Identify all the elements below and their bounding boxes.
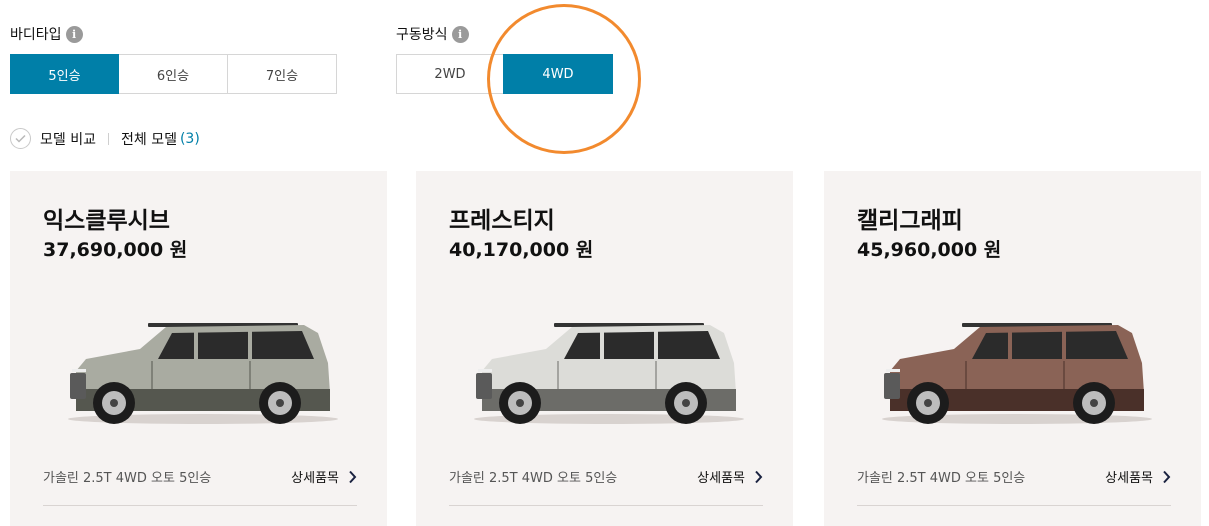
model-card[interactable]: 캘리그래피 45,960,000 원 가솔린 2.5T 4WD 오토 5인승 상… [824,171,1201,526]
model-count: (3) [179,130,200,147]
all-models-label: 전체 모델 [120,131,177,148]
info-icon[interactable]: i [65,25,83,43]
chevron-right-icon [349,470,357,483]
detail-link[interactable]: 상세품목 [697,467,763,486]
card-divider [449,505,763,506]
model-name: 캘리그래피 [857,208,963,234]
car-image [882,323,1152,424]
model-trim: 가솔린 2.5T 4WD 오토 5인승 [449,471,618,486]
model-compare-toggle[interactable]: 모델 비교 [40,129,96,149]
model-price: 40,170,000 원 [449,239,594,261]
drive-type-label-row: 구동방식 i [396,24,469,44]
body-type-filter: 바디타입 i 5인승 6인승 7인승 [10,24,337,94]
body-type-label-row: 바디타입 i [10,24,83,44]
model-trim: 가솔린 2.5T 4WD 오토 5인승 [43,471,212,486]
chevron-right-icon [755,470,763,483]
model-trim: 가솔린 2.5T 4WD 오토 5인승 [857,471,1026,486]
card-divider [857,505,1171,506]
drive-type-label: 구동방식 [396,27,448,43]
chevron-right-icon [1163,470,1171,483]
compare-row: 모델 비교 전체 모델 (3) [10,128,200,149]
body-type-segmented-control: 5인승 6인승 7인승 [10,54,337,94]
info-icon[interactable]: i [451,25,469,43]
body-type-option-6[interactable]: 6인승 [118,54,228,94]
check-circle-icon[interactable] [10,128,31,149]
car-image [474,323,744,424]
drive-type-option-4wd[interactable]: 4WD [503,54,613,94]
card-divider [43,505,357,506]
divider [107,132,109,145]
model-card[interactable]: 프레스티지 40,170,000 원 가솔린 2.5T 4WD 오토 5인승 상… [416,171,793,526]
detail-link-label: 상세품목 [291,471,339,486]
body-type-label: 바디타입 [10,27,62,43]
drive-type-segmented-control: 2WD 4WD [396,54,613,94]
detail-link-label: 상세품목 [697,471,745,486]
model-price: 45,960,000 원 [857,239,1002,261]
car-image [68,323,338,424]
model-name: 프레스티지 [449,208,555,234]
drive-type-filter: 구동방식 i 2WD 4WD [396,24,613,94]
model-price: 37,690,000 원 [43,239,188,261]
detail-link-label: 상세품목 [1105,471,1153,486]
model-card[interactable]: 익스클루시브 37,690,000 원 가솔린 2.5T 4WD 오토 5인승 … [10,171,387,526]
body-type-option-7[interactable]: 7인승 [227,54,337,94]
body-type-option-5[interactable]: 5인승 [10,54,119,94]
model-name: 익스클루시브 [43,208,170,234]
detail-link[interactable]: 상세품목 [291,467,357,486]
detail-link[interactable]: 상세품목 [1105,467,1171,486]
